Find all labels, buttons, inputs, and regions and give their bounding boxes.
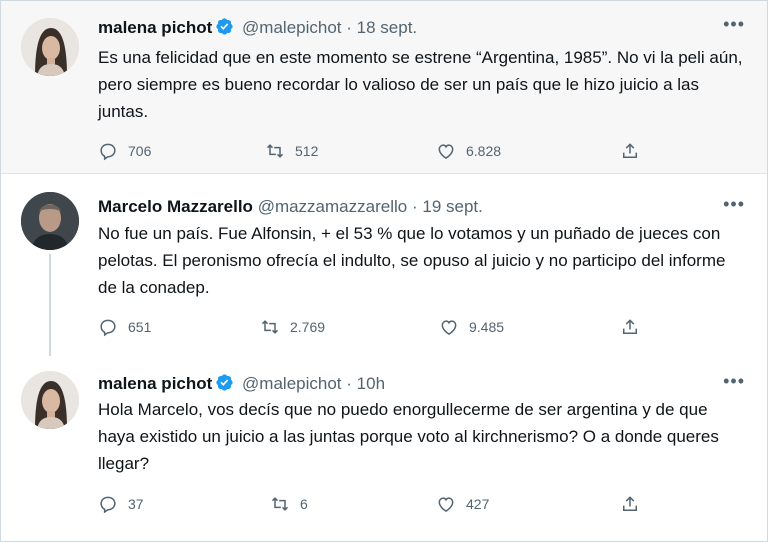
share-icon bbox=[623, 143, 637, 158]
reply-icon bbox=[100, 143, 116, 161]
share-button[interactable] bbox=[620, 314, 650, 340]
share-button[interactable] bbox=[620, 138, 650, 164]
verified-badge-icon bbox=[215, 17, 234, 41]
tweet-text: Es una felicidad que en este momento se … bbox=[98, 48, 743, 121]
more-icon[interactable]: ••• bbox=[723, 195, 745, 213]
tweet-thread: malena pichot @malepichot · 18 sept. •••… bbox=[0, 0, 768, 542]
reply-button[interactable]: 706 bbox=[98, 138, 151, 164]
retweet-count: 6 bbox=[300, 496, 308, 512]
retweet-button[interactable]: 512 bbox=[265, 138, 318, 164]
avatar[interactable] bbox=[21, 18, 79, 76]
like-icon bbox=[441, 320, 457, 335]
like-icon bbox=[438, 144, 454, 159]
like-count: 427 bbox=[466, 496, 490, 512]
retweet-button[interactable]: 2.769 bbox=[260, 314, 325, 340]
tweet-header: malena pichot @malepichot · 18 sept. bbox=[98, 17, 417, 41]
like-count: 6.828 bbox=[466, 143, 502, 159]
tweet-2[interactable]: Marcelo Mazzarello @mazzamazzarello · 19… bbox=[1, 174, 767, 356]
author-handle[interactable]: @mazzamazzarello bbox=[258, 197, 408, 216]
avatar[interactable] bbox=[21, 371, 79, 429]
retweet-count: 512 bbox=[295, 143, 319, 159]
reply-count: 37 bbox=[128, 496, 144, 512]
tweet-header: malena pichot @malepichot · 10h bbox=[98, 373, 385, 397]
like-button[interactable]: 9.485 bbox=[439, 314, 504, 340]
author-name[interactable]: Marcelo Mazzarello bbox=[98, 197, 253, 216]
reply-button[interactable]: 37 bbox=[98, 491, 144, 517]
share-icon bbox=[623, 319, 637, 334]
tweet-actions: 37 6 427 bbox=[98, 491, 658, 517]
tweet-text: Hola Marcelo, vos decís que no puedo eno… bbox=[98, 400, 719, 473]
more-icon[interactable]: ••• bbox=[723, 372, 745, 390]
author-handle[interactable]: @malepichot bbox=[242, 18, 341, 37]
separator-dot: · bbox=[346, 18, 352, 37]
retweet-icon bbox=[261, 320, 279, 334]
share-button[interactable] bbox=[620, 491, 650, 517]
like-icon bbox=[438, 497, 454, 512]
like-button[interactable]: 427 bbox=[436, 491, 489, 517]
author-name[interactable]: malena pichot bbox=[98, 18, 212, 37]
reply-button[interactable]: 651 bbox=[98, 314, 151, 340]
retweet-count: 2.769 bbox=[290, 319, 326, 335]
verified-badge-icon bbox=[215, 373, 234, 397]
tweet-actions: 651 2.769 9.485 bbox=[98, 314, 658, 340]
reply-count: 651 bbox=[128, 319, 152, 335]
separator-dot: · bbox=[346, 374, 352, 393]
thread-connector bbox=[49, 254, 51, 356]
tweet-1[interactable]: malena pichot @malepichot · 18 sept. •••… bbox=[1, 1, 767, 174]
tweet-date[interactable]: 10h bbox=[357, 374, 385, 393]
retweet-icon bbox=[266, 144, 284, 158]
tweet-date[interactable]: 19 sept. bbox=[422, 197, 483, 216]
tweet-3[interactable]: malena pichot @malepichot · 10h ••• Hola… bbox=[1, 356, 767, 541]
tweet-actions: 706 512 6.828 bbox=[98, 138, 658, 164]
reply-icon bbox=[100, 319, 116, 337]
tweet-date[interactable]: 18 sept. bbox=[357, 18, 418, 37]
author-name[interactable]: malena pichot bbox=[98, 374, 212, 393]
reply-count: 706 bbox=[128, 143, 152, 159]
avatar[interactable] bbox=[21, 192, 79, 250]
more-icon[interactable]: ••• bbox=[723, 15, 745, 33]
reply-icon bbox=[100, 496, 116, 514]
author-handle[interactable]: @malepichot bbox=[242, 374, 341, 393]
avatar-portrait-icon bbox=[21, 192, 79, 250]
avatar-portrait-icon bbox=[21, 18, 79, 76]
share-icon bbox=[623, 496, 637, 511]
retweet-icon bbox=[271, 497, 289, 511]
tweet-header: Marcelo Mazzarello @mazzamazzarello · 19… bbox=[98, 197, 483, 217]
like-count: 9.485 bbox=[469, 319, 505, 335]
avatar-portrait-icon bbox=[21, 371, 79, 429]
tweet-text: No fue un país. Fue Alfonsin, + el 53 % … bbox=[98, 224, 726, 297]
retweet-button[interactable]: 6 bbox=[270, 491, 308, 517]
like-button[interactable]: 6.828 bbox=[436, 138, 501, 164]
separator-dot: · bbox=[411, 197, 418, 216]
